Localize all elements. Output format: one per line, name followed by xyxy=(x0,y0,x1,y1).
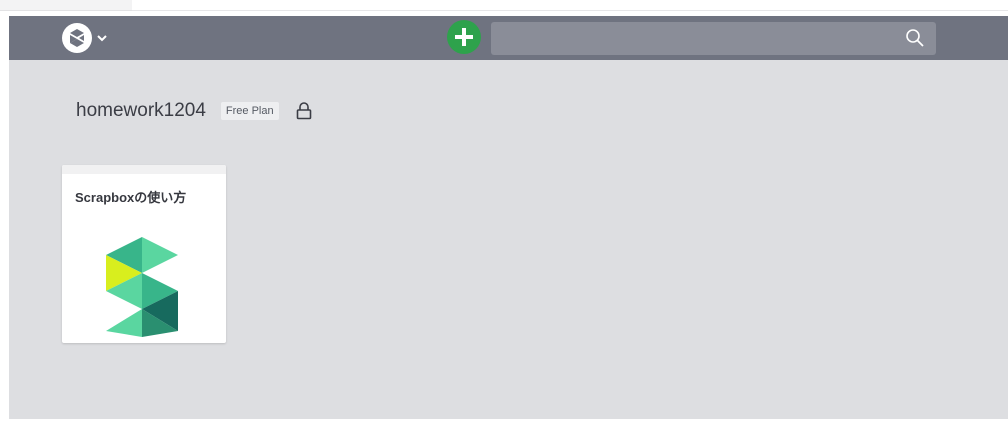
divider xyxy=(132,10,1008,11)
page-card-title: Scrapboxの使い方 xyxy=(75,190,187,205)
scrapbox-s-logo-icon xyxy=(106,235,184,343)
search-icon[interactable] xyxy=(905,28,925,48)
browser-top-strip xyxy=(0,0,1008,16)
card-header-strip xyxy=(62,165,226,174)
project-title: homework1204 xyxy=(76,100,206,121)
add-page-button[interactable] xyxy=(447,20,481,54)
plan-badge: Free Plan xyxy=(220,102,279,120)
scrapbox-logo-icon xyxy=(62,23,92,53)
search-input[interactable] xyxy=(491,22,936,55)
lock-icon xyxy=(296,102,312,120)
main-content: homework1204 Free Plan Scrapboxの使い方 xyxy=(9,60,1008,419)
browser-tab-edge xyxy=(0,0,132,11)
chevron-down-icon xyxy=(97,33,107,43)
project-menu-button[interactable] xyxy=(62,22,107,54)
page-card[interactable]: Scrapboxの使い方 xyxy=(62,165,226,343)
project-header: homework1204 Free Plan xyxy=(76,100,312,122)
navbar xyxy=(9,16,1008,60)
plus-icon xyxy=(455,28,473,46)
